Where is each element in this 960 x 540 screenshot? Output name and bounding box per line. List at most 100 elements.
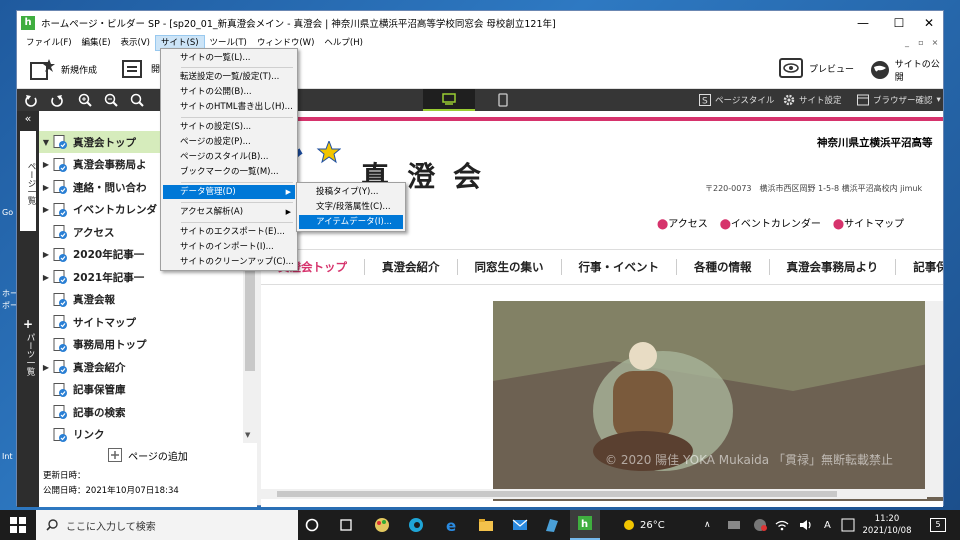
nav-item[interactable]: 記事保	[896, 259, 943, 275]
link-calendar[interactable]: ⬤イベントカレンダー	[720, 215, 821, 230]
tree-item[interactable]: 記事の検索	[39, 401, 244, 423]
menu-item[interactable]: ブックマークの一覧(M)...	[163, 165, 295, 179]
menu-item[interactable]: サイトのクリーンアップ(C)...	[163, 255, 295, 269]
cortana-icon[interactable]	[304, 517, 320, 533]
preview-hscroll[interactable]	[261, 489, 927, 499]
nav-item[interactable]: 真澄会事務局より	[770, 259, 897, 275]
tree-item[interactable]: 真澄会報	[39, 289, 244, 311]
app-icon-note[interactable]	[544, 517, 560, 533]
antivirus-icon[interactable]	[752, 517, 768, 533]
link-sitemap[interactable]: ⬤サイトマップ	[833, 215, 904, 230]
ime-mode-icon[interactable]	[840, 517, 856, 533]
menu-item[interactable]: ページのスタイル(B)...	[163, 150, 295, 164]
undo-icon[interactable]	[23, 92, 39, 108]
menu-item-post-type[interactable]: 投稿タイプ(Y)...	[299, 185, 403, 199]
title-bar[interactable]: h ホームページ・ビルダー SP - [sp20_01_新真澄会メイン - 真澄…	[17, 11, 943, 35]
tree-item[interactable]: 事務局用トップ	[39, 334, 244, 356]
menu-item[interactable]: サイトのHTML書き出し(H)...	[163, 100, 295, 114]
expand-arrow-icon[interactable]: ▶	[39, 160, 53, 169]
mail-icon[interactable]	[512, 517, 528, 533]
tray-chevron-icon[interactable]: ∧	[704, 510, 711, 540]
menu-item-access-analysis[interactable]: アクセス解析(A) ▶	[163, 205, 295, 219]
desktop-view-tab[interactable]	[423, 89, 475, 111]
clock[interactable]: 11:20 2021/10/08	[862, 513, 912, 537]
menu-item-item-data[interactable]: アイテムデータ(I)...	[299, 215, 403, 229]
desktop-label[interactable]: Go	[2, 208, 13, 217]
browser-check-button[interactable]: ブラウザー確認 ▾	[857, 92, 941, 108]
taskbar-search[interactable]: ここに入力して検索	[36, 510, 298, 540]
preview-vscroll[interactable]	[925, 301, 943, 497]
collapse-icon[interactable]: «	[20, 113, 36, 124]
weather-widget[interactable]: 26°C	[622, 510, 665, 540]
menu-edit[interactable]: 編集(E)	[77, 35, 116, 51]
tray-app-icon[interactable]	[726, 517, 742, 533]
menu-item[interactable]: 転送設定の一覧/設定(T)...	[163, 70, 295, 84]
tree-item[interactable]: ▶ 真澄会紹介	[39, 356, 244, 378]
tree-item[interactable]: リンク	[39, 424, 244, 444]
expand-arrow-icon[interactable]: ▶	[39, 273, 53, 282]
tab-parts-list[interactable]: パーツ一覧	[20, 333, 36, 413]
menu-file[interactable]: ファイル(F)	[21, 35, 77, 51]
menu-item[interactable]: サイトの公開(B)...	[163, 85, 295, 99]
notification-icon[interactable]: 5	[930, 518, 946, 532]
mdi-minimize-icon[interactable]: _	[901, 37, 913, 48]
tree-item[interactable]: サイトマップ	[39, 311, 244, 333]
link-access[interactable]: ⬤アクセス	[657, 215, 708, 230]
site-menu: サイトの一覧(L)... 転送設定の一覧/設定(T)... サイトの公開(B).…	[160, 48, 298, 271]
menu-item[interactable]: ページの設定(P)...	[163, 135, 295, 149]
expand-arrow-icon[interactable]: ▶	[39, 205, 53, 214]
expand-arrow-icon[interactable]: ▶	[39, 250, 53, 259]
folder-icon[interactable]	[478, 517, 494, 533]
menu-item[interactable]: サイトの一覧(L)...	[163, 51, 295, 65]
redo-icon[interactable]	[49, 92, 65, 108]
edge-icon[interactable]	[408, 517, 424, 533]
menu-item-data-management[interactable]: データ管理(D) ▶	[163, 185, 295, 199]
menu-item[interactable]: サイトの設定(S)...	[163, 120, 295, 134]
volume-icon[interactable]	[798, 517, 814, 533]
ie-icon[interactable]: e	[444, 517, 460, 533]
mdi-restore-icon[interactable]: ▫	[915, 37, 927, 48]
nav-item[interactable]: 行事・イベント	[562, 259, 677, 275]
maximize-button[interactable]: ☐	[883, 11, 915, 35]
menu-item-text-attributes[interactable]: 文字/段落属性(C)...	[299, 200, 403, 214]
expand-arrow-icon[interactable]: ▼	[39, 138, 53, 147]
menu-help[interactable]: ヘルプ(H)	[319, 35, 368, 51]
homepage-builder-taskbar-icon[interactable]: h	[570, 510, 600, 540]
desktop-label[interactable]: Int	[2, 452, 13, 461]
menu-item[interactable]: サイトのエクスポート(E)...	[163, 225, 295, 239]
preview-button[interactable]: プレビュー	[779, 57, 854, 79]
zoom-in-icon[interactable]	[77, 92, 93, 108]
close-button[interactable]: ✕	[913, 11, 945, 35]
menu-view[interactable]: 表示(V)	[116, 35, 155, 51]
publish-button[interactable]: サイトの公開	[869, 57, 943, 83]
tab-page-list[interactable]: ページ一覧	[20, 131, 36, 231]
page-check-icon	[53, 202, 67, 217]
nav-item[interactable]: 真澄会紹介	[365, 259, 458, 275]
site-settings-button[interactable]: サイト設定	[783, 92, 842, 108]
wifi-icon[interactable]	[774, 517, 790, 533]
school-name: 神奈川県立横浜平沼高等	[817, 137, 933, 149]
add-page-button[interactable]: ページの追加	[39, 443, 257, 467]
windows-start-icon[interactable]	[10, 517, 26, 533]
tree-item[interactable]: 記事保管庫	[39, 379, 244, 401]
ime-indicator[interactable]: A	[824, 510, 831, 540]
expand-arrow-icon[interactable]: ▶	[39, 363, 53, 372]
zoom-fit-icon[interactable]	[129, 92, 145, 108]
page-style-button[interactable]: S ページスタイル	[699, 92, 774, 108]
zoom-out-icon[interactable]	[103, 92, 119, 108]
minimize-button[interactable]: —	[847, 11, 879, 35]
app-icon-paint[interactable]	[374, 517, 390, 533]
open-button[interactable]: 開	[121, 57, 160, 79]
scroll-down-icon[interactable]: ▼	[245, 431, 250, 439]
task-view-icon[interactable]	[338, 517, 354, 533]
nav-item[interactable]: 各種の情報	[677, 259, 770, 275]
mobile-view-icon[interactable]	[495, 92, 511, 108]
data-submenu: 投稿タイプ(Y)... 文字/段落属性(C)... アイテムデータ(I)...	[296, 182, 406, 232]
menu-item[interactable]: サイトのインポート(I)...	[163, 240, 295, 254]
hscroll-thumb[interactable]	[277, 491, 837, 497]
mdi-close-icon[interactable]: ×	[929, 37, 941, 48]
nav-item[interactable]: 同窓生の集い	[458, 259, 562, 275]
new-button[interactable]: 新規作成	[29, 57, 97, 81]
add-icon[interactable]: +	[20, 318, 36, 330]
expand-arrow-icon[interactable]: ▶	[39, 183, 53, 192]
